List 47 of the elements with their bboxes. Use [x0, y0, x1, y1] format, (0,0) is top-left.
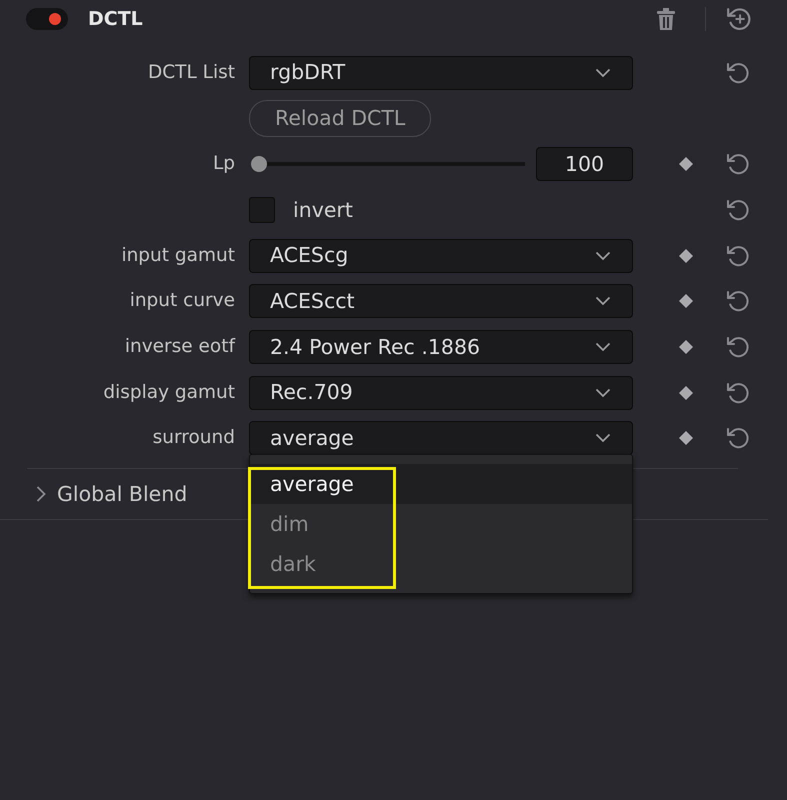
reset-icon[interactable] — [726, 334, 750, 359]
chevron-down-icon — [595, 342, 611, 352]
reset-icon[interactable] — [726, 244, 750, 268]
dropdown[interactable]: 2.4 Power Rec .1886 — [249, 330, 633, 364]
field-label: surround — [152, 426, 235, 450]
reload-button[interactable]: Reload DCTL — [249, 100, 432, 138]
dropdown-option[interactable]: dim — [250, 504, 632, 544]
reset-icon[interactable] — [726, 60, 750, 85]
checkbox-label: invert — [293, 196, 353, 224]
panel-title: DCTL — [88, 6, 143, 32]
dropdown[interactable]: ACEScg — [249, 238, 633, 273]
field-label: input curve — [130, 289, 235, 314]
add-reset-icon[interactable] — [726, 6, 752, 32]
keyframe-diamond-icon[interactable] — [679, 431, 693, 446]
keyframe-diamond-icon[interactable] — [679, 386, 693, 400]
dropdown[interactable]: average — [249, 421, 633, 456]
field-label: inverse eotf — [124, 335, 235, 360]
keyframe-diamond-icon[interactable] — [679, 248, 693, 263]
section-title[interactable]: Global Blend — [57, 478, 188, 510]
dropdown[interactable]: ACEScct — [249, 284, 633, 318]
value-field[interactable]: 100 — [536, 147, 633, 182]
dropdown[interactable]: Rec.709 — [249, 376, 633, 410]
toggle-switch[interactable] — [26, 8, 68, 30]
checkbox[interactable] — [249, 196, 275, 223]
keyframe-diamond-icon[interactable] — [679, 157, 693, 172]
field-label: Lp — [212, 152, 235, 176]
chevron-down-icon — [595, 250, 611, 261]
reset-icon[interactable] — [726, 426, 750, 450]
chevron-right-icon[interactable] — [36, 486, 46, 502]
chevron-down-icon — [595, 296, 611, 306]
field-label: DCTL List — [148, 60, 235, 85]
reset-icon[interactable] — [726, 380, 750, 405]
reset-icon[interactable] — [726, 152, 750, 176]
dropdown-option[interactable]: dark — [250, 544, 632, 584]
slider-thumb[interactable] — [251, 156, 267, 172]
chevron-down-icon — [595, 68, 611, 78]
chevron-down-icon — [595, 433, 611, 444]
field-label: display gamut — [103, 380, 235, 405]
dropdown[interactable]: rgbDRT — [249, 56, 633, 90]
keyframe-diamond-icon[interactable] — [679, 340, 693, 354]
trash-icon[interactable] — [657, 8, 675, 30]
chevron-down-icon — [595, 388, 611, 398]
dropdown-option[interactable]: average — [250, 464, 632, 504]
keyframe-diamond-icon[interactable] — [679, 294, 693, 308]
reset-icon[interactable] — [726, 289, 750, 314]
reset-icon[interactable] — [726, 198, 750, 222]
field-label: input gamut — [121, 244, 235, 268]
